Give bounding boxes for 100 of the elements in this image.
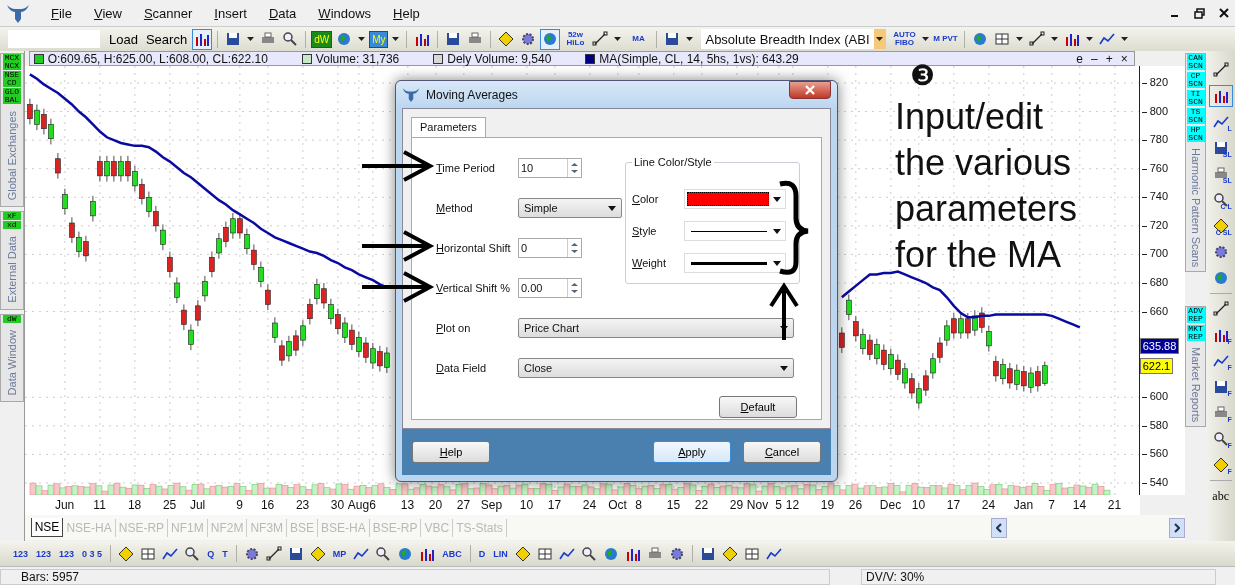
caret-icon[interactable]: [876, 37, 883, 41]
toolbar-button[interactable]: [263, 543, 284, 564]
exchange-badge[interactable]: xd: [2, 221, 21, 230]
number-spinner[interactable]: 0: [518, 238, 582, 258]
menu-item[interactable]: Insert: [203, 5, 258, 21]
scroll-left-button[interactable]: [990, 517, 1007, 538]
toolbar-label-button[interactable]: T: [219, 549, 231, 558]
group-title: Line Color/Style: [632, 156, 714, 168]
menu-item[interactable]: Data: [257, 5, 308, 21]
toolbar-label-button[interactable]: MP: [329, 549, 350, 558]
dropdown-arrow-icon[interactable]: [773, 228, 781, 234]
exchange-badge[interactable]: NSE CD: [2, 71, 21, 87]
chevron-left-icon[interactable]: [995, 522, 1002, 533]
dropdown-arrow-icon[interactable]: [780, 365, 788, 371]
caret-icon[interactable]: [1085, 37, 1093, 41]
caret-icon[interactable]: [392, 37, 400, 41]
dropdown-arrow-icon[interactable]: [773, 196, 781, 202]
dialog-tab[interactable]: Parameters: [411, 117, 486, 137]
toolbar-button[interactable]: Search: [142, 31, 191, 47]
chevron-right-icon[interactable]: [1173, 522, 1180, 533]
toolbar-label-button[interactable]: 123: [10, 549, 32, 558]
status-text: DV/V: 30%: [861, 569, 1216, 585]
globe-icon: [602, 545, 619, 562]
side-panel-tab[interactable]: External Data: [5, 230, 18, 309]
dropdown-arrow-icon[interactable]: [773, 260, 781, 266]
text-tool-button[interactable]: abc: [1208, 485, 1233, 507]
caret-icon[interactable]: [921, 37, 929, 41]
chart-control[interactable]: ×: [1118, 51, 1130, 66]
toolbar-label-button[interactable]: 123: [33, 549, 55, 558]
close-button[interactable]: [789, 81, 831, 99]
toolbar-button[interactable]: Load: [106, 31, 141, 47]
dropdown-arrow-icon[interactable]: [608, 205, 616, 211]
toolbar-button[interactable]: [192, 28, 213, 50]
toolbar-label-button[interactable]: Q: [204, 549, 218, 558]
side-panel-tab[interactable]: Harmonic Pattern Scans: [1189, 144, 1202, 272]
exchange-badge[interactable]: GLO BAL: [2, 88, 21, 104]
caret-icon[interactable]: [614, 37, 622, 41]
scan-badge[interactable]: CP SCN: [1186, 72, 1205, 88]
date-axis-label: 12: [785, 498, 800, 512]
chart-control[interactable]: +: [1103, 51, 1115, 66]
candlestick: [264, 284, 271, 311]
toolbar-label-button[interactable]: ABC: [439, 549, 465, 558]
color-dropdown[interactable]: [684, 189, 786, 209]
spinner-arrows-icon[interactable]: [570, 241, 579, 255]
toolbar-label-button[interactable]: D: [475, 549, 489, 558]
toolbar-label-button[interactable]: 52w HiLo: [562, 31, 589, 47]
default-button[interactable]: Default: [719, 396, 797, 418]
side-panel-tab[interactable]: Data Window: [5, 323, 18, 402]
dropdown-field[interactable]: Close: [518, 358, 794, 378]
toolbar-label-button[interactable]: 0 3 5: [79, 549, 106, 558]
toolbar-label-button[interactable]: M PVT: [932, 35, 959, 43]
scroll-right-button[interactable]: [1168, 517, 1185, 538]
exchange-badge[interactable]: xF: [2, 212, 21, 221]
scan-badge[interactable]: CAN SCN: [1186, 54, 1205, 70]
chart-control[interactable]: –: [1088, 51, 1100, 66]
line-style-dropdown[interactable]: [684, 221, 786, 241]
close-icon[interactable]: [1219, 8, 1229, 18]
side-panel-tab[interactable]: Global Exchanges: [5, 105, 18, 207]
scan-badge[interactable]: MKT REP: [1186, 325, 1205, 342]
method-dropdown[interactable]: Simple: [518, 198, 622, 218]
spinner-arrows-icon[interactable]: [570, 281, 579, 295]
caret-icon[interactable]: [1050, 37, 1058, 41]
line-weight-dropdown[interactable]: [684, 253, 786, 273]
caret-icon[interactable]: [1120, 37, 1128, 41]
caret-icon[interactable]: [1015, 37, 1023, 41]
drawing-tool-button[interactable]: [1208, 85, 1233, 107]
dialog-button[interactable]: Cancel: [743, 441, 821, 463]
candlestick: [54, 152, 61, 180]
scan-badge[interactable]: ADV REP: [1186, 307, 1205, 324]
chart-control[interactable]: e: [1074, 51, 1085, 66]
bar-chart-icon: [1063, 31, 1080, 47]
dialog-button[interactable]: Apply: [653, 441, 731, 463]
sheet-tab[interactable]: NSE: [30, 518, 64, 537]
field-label: Horizontal Shift: [436, 242, 512, 254]
exchange-badge[interactable]: dW: [2, 314, 21, 323]
scan-badge[interactable]: TI SCN: [1186, 90, 1205, 106]
symbol-field[interactable]: [8, 30, 100, 48]
menu-item[interactable]: File: [40, 5, 83, 21]
side-panel-tab[interactable]: Market Reports: [1189, 343, 1202, 427]
dialog-button[interactable]: Help: [412, 441, 490, 463]
menu-item[interactable]: Windows: [307, 5, 383, 21]
spinner-arrows-icon[interactable]: [570, 161, 579, 175]
toolbar-label-button[interactable]: MA: [625, 35, 652, 43]
scan-badge[interactable]: HP SCN: [1186, 126, 1205, 142]
toolbar-badge[interactable]: dW: [311, 30, 333, 48]
caret-icon[interactable]: [247, 37, 255, 41]
toolbar-label-button[interactable]: LIN: [490, 549, 511, 558]
number-spinner[interactable]: 0.00: [518, 278, 582, 298]
number-spinner[interactable]: 10: [518, 158, 582, 178]
caret-icon[interactable]: [686, 37, 694, 41]
menu-item[interactable]: View: [82, 5, 133, 21]
toolbar-label-button[interactable]: AUTO FIBO: [891, 31, 918, 47]
menu-item[interactable]: Scanner: [132, 5, 204, 21]
restore-icon[interactable]: [1194, 7, 1205, 19]
caret-icon[interactable]: [358, 37, 366, 41]
toolbar-label-button[interactable]: 123: [56, 549, 78, 558]
exchange-badge[interactable]: MCX NCX: [2, 54, 21, 70]
indicator-dropdown[interactable]: Absolute Breadth Index (ABI: [701, 29, 886, 49]
menu-item[interactable]: Help: [382, 5, 431, 21]
scan-badge[interactable]: TS SCN: [1186, 108, 1205, 124]
